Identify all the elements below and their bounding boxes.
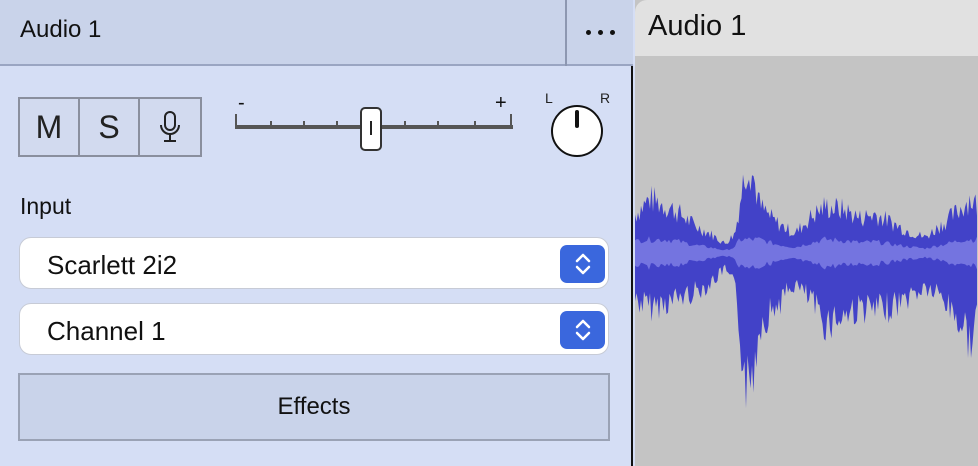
ellipsis-icon bbox=[610, 29, 615, 35]
waveform-outer bbox=[635, 174, 977, 409]
pan-left-label: L bbox=[545, 90, 553, 106]
clip-name: Audio 1 bbox=[648, 10, 747, 42]
waveform bbox=[635, 174, 977, 409]
volume-tick bbox=[336, 121, 338, 128]
clip-header[interactable]: Audio 1 bbox=[635, 0, 978, 56]
pan-right-label: R bbox=[600, 90, 611, 106]
input-channel-select[interactable]: Channel 1 bbox=[19, 303, 609, 355]
track-name[interactable]: Audio 1 bbox=[20, 16, 101, 44]
track-header: Audio 1 bbox=[0, 0, 633, 66]
input-device-stepper[interactable] bbox=[560, 245, 605, 283]
effects-button[interactable]: Effects bbox=[18, 373, 610, 441]
input-device-value: Scarlett 2i2 bbox=[47, 250, 178, 280]
microphone-icon bbox=[160, 111, 180, 142]
volume-tick bbox=[437, 121, 439, 128]
track-panel: Audio 1 M S - + L R Input Scarlett 2i2 C… bbox=[0, 0, 633, 466]
mute-button[interactable]: M bbox=[20, 99, 80, 155]
chevron-up-down-icon bbox=[575, 319, 590, 341]
volume-tick bbox=[235, 114, 237, 128]
input-channel-value: Channel 1 bbox=[47, 316, 166, 346]
chevron-up-down-icon bbox=[575, 253, 590, 275]
volume-slider[interactable]: - + bbox=[230, 92, 515, 162]
volume-slider-thumb[interactable] bbox=[360, 107, 382, 151]
input-device-select[interactable]: Scarlett 2i2 bbox=[19, 237, 609, 289]
volume-tick bbox=[270, 121, 272, 128]
solo-button[interactable]: S bbox=[80, 99, 140, 155]
record-arm-button[interactable] bbox=[140, 99, 200, 155]
pan-control: L R bbox=[540, 90, 615, 165]
track-toggle-group: M S bbox=[18, 97, 202, 157]
volume-tick bbox=[474, 121, 476, 128]
input-channel-stepper[interactable] bbox=[560, 311, 605, 349]
ellipsis-icon bbox=[598, 29, 603, 35]
ellipsis-icon bbox=[586, 29, 591, 35]
audio-clip[interactable]: Audio 1 bbox=[635, 0, 978, 466]
volume-minus-label: - bbox=[238, 92, 245, 114]
header-divider bbox=[565, 0, 567, 66]
volume-plus-label: + bbox=[495, 92, 507, 114]
more-options-button[interactable] bbox=[568, 0, 633, 64]
input-label: Input bbox=[20, 193, 72, 219]
volume-tick bbox=[510, 114, 512, 128]
volume-tick bbox=[303, 121, 305, 128]
pan-knob[interactable] bbox=[551, 105, 603, 157]
volume-tick bbox=[404, 121, 406, 128]
